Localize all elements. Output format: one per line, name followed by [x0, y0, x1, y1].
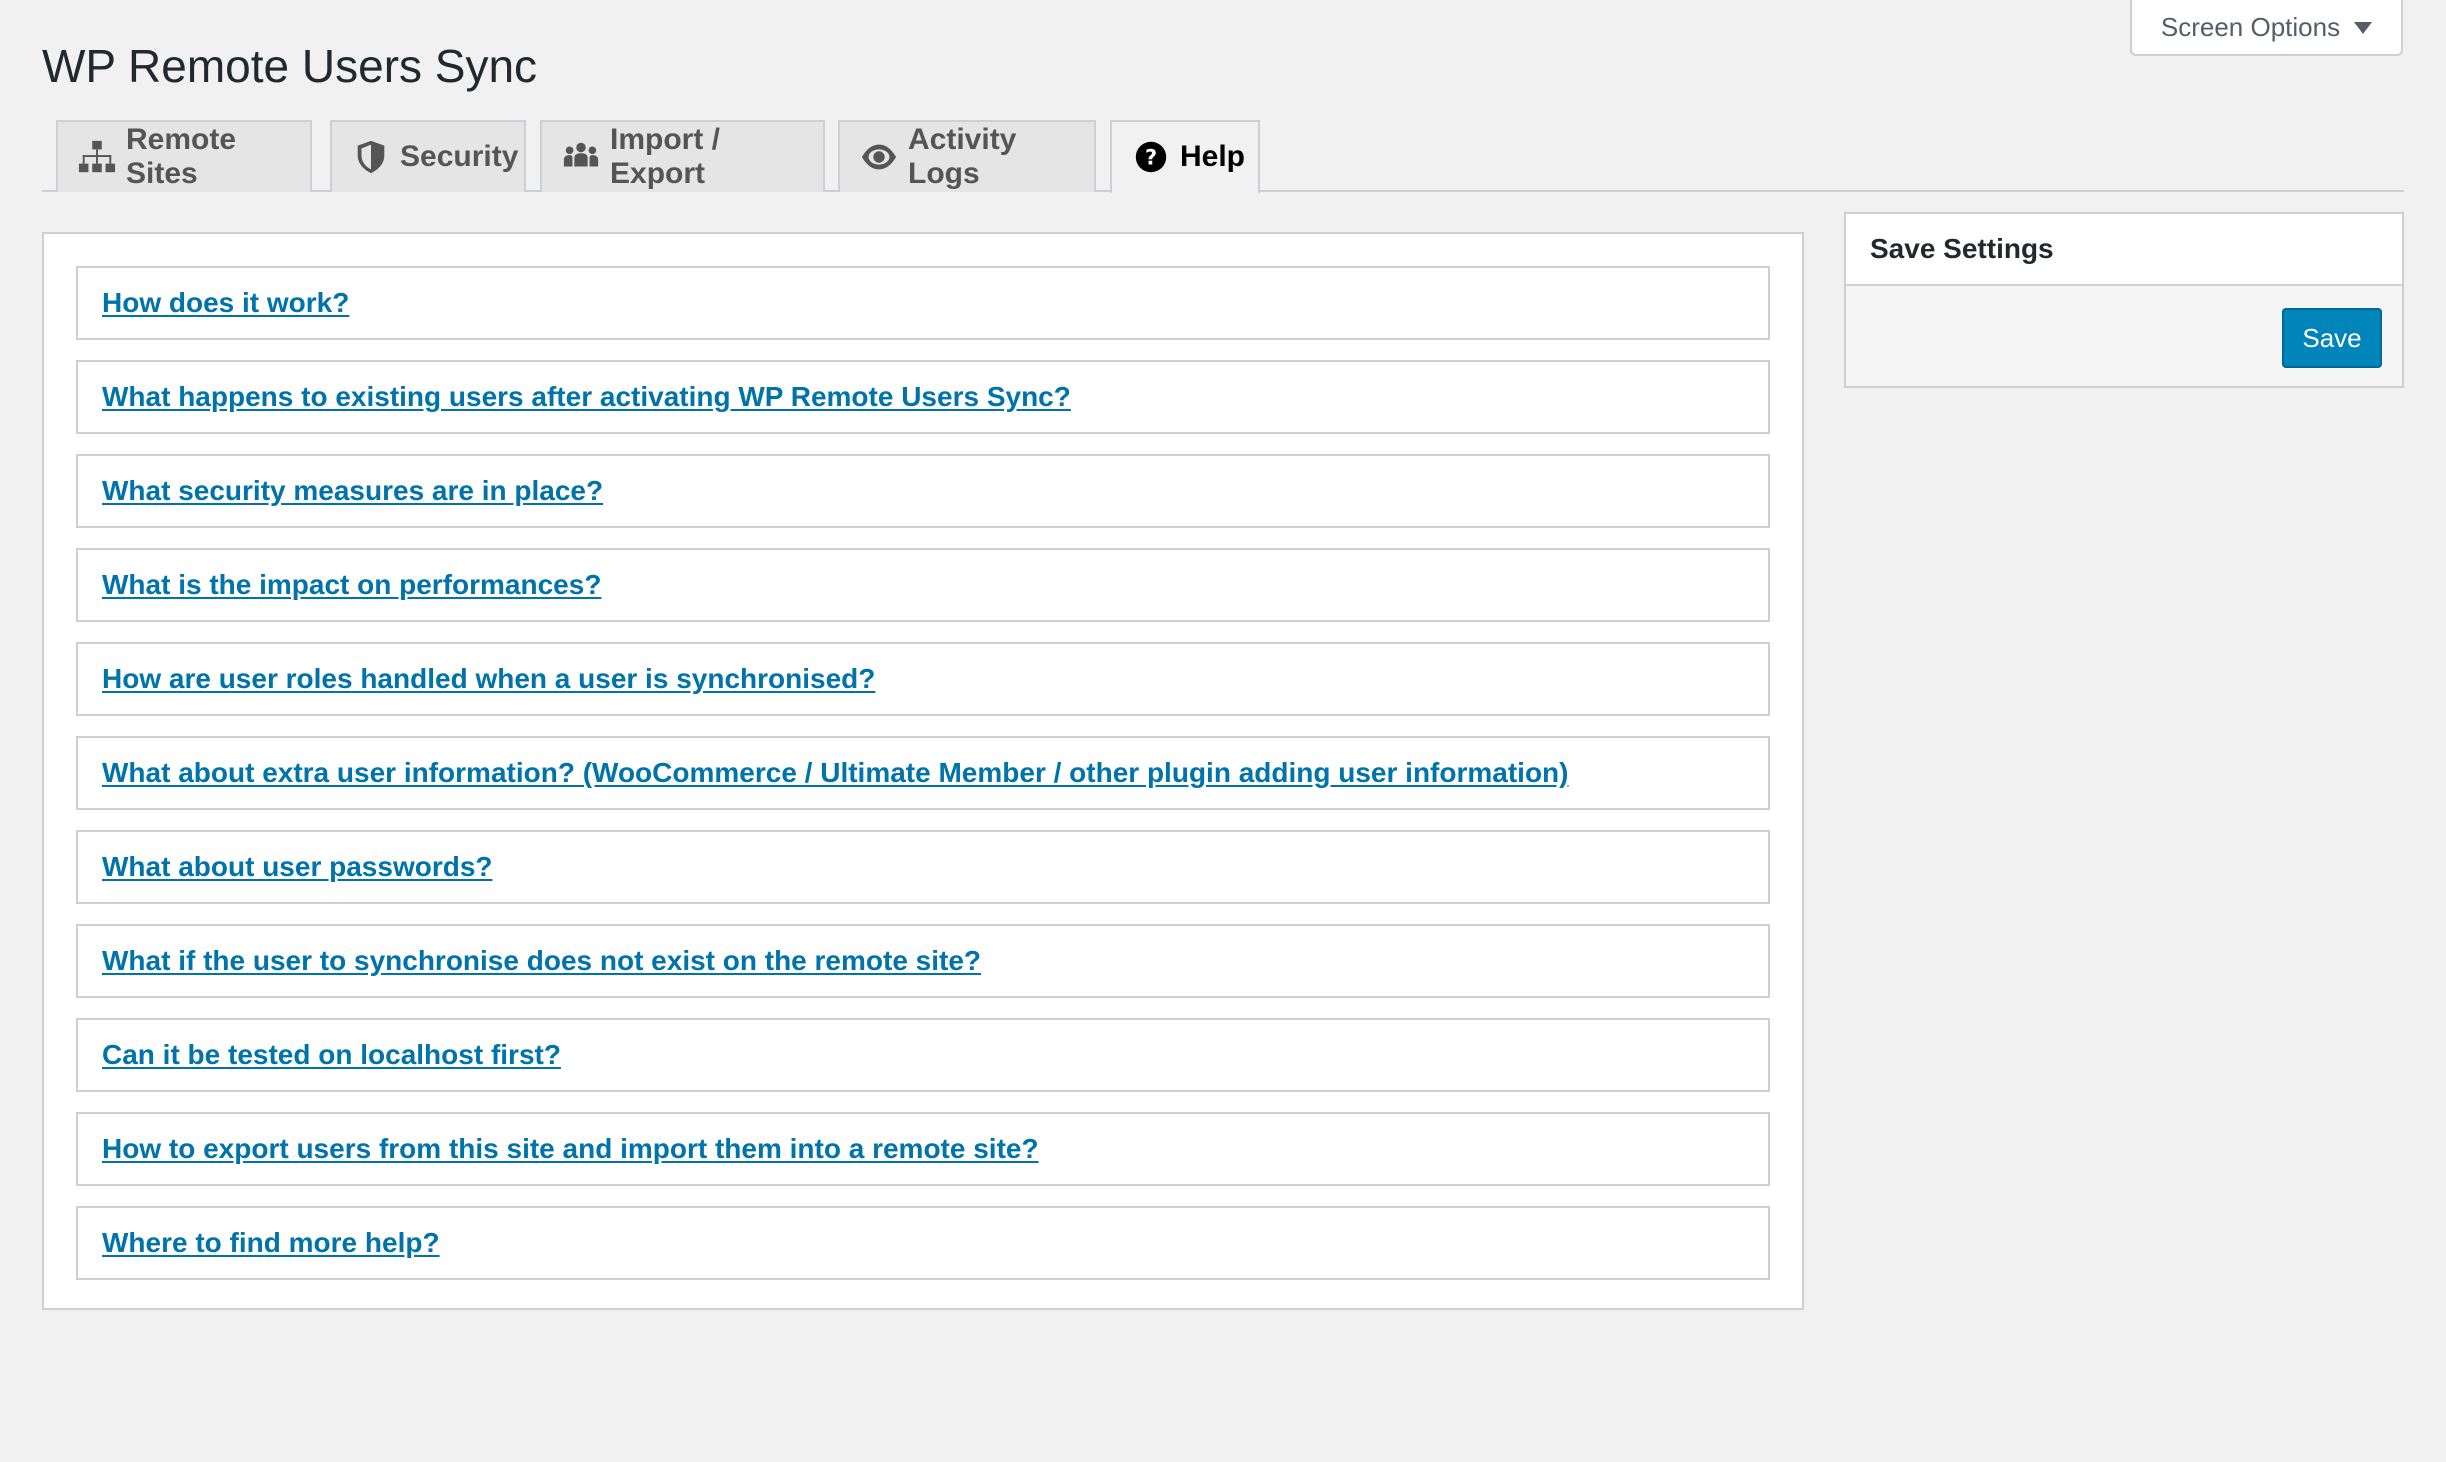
faq-item: What security measures are in place?	[76, 454, 1770, 528]
tab-label: Security	[400, 140, 519, 173]
save-settings-title: Save Settings	[1846, 214, 2402, 286]
faq-link-performance[interactable]: What is the impact on performances?	[102, 569, 601, 601]
caret-down-icon	[2354, 22, 2373, 34]
tab-bar: Remote Sites Security Import / Export Ac…	[42, 120, 2404, 194]
users-group-icon	[563, 142, 599, 167]
page-title: WP Remote Users Sync	[42, 40, 538, 92]
faq-link-existing-users[interactable]: What happens to existing users after act…	[102, 381, 1071, 413]
tab-label: Help	[1180, 140, 1246, 173]
tab-remote-sites[interactable]: Remote Sites	[56, 120, 312, 192]
faq-item: What happens to existing users after act…	[76, 360, 1770, 434]
faq-item: What if the user to synchronise does not…	[76, 924, 1770, 998]
svg-text:?: ?	[1145, 146, 1157, 170]
tab-label: Import / Export	[610, 123, 720, 190]
faq-item: How are user roles handled when a user i…	[76, 642, 1770, 716]
eye-icon	[861, 144, 897, 170]
tab-label: Activity Logs	[908, 123, 1017, 190]
screen-options-toggle[interactable]: Screen Options	[2130, 0, 2403, 56]
faq-link-how-it-works[interactable]: How does it work?	[102, 287, 349, 319]
tab-label: Remote Sites	[126, 123, 237, 190]
faq-link-localhost[interactable]: Can it be tested on localhost first?	[102, 1039, 561, 1071]
tab-activity-logs[interactable]: Activity Logs	[838, 120, 1096, 192]
faq-item: What about user passwords?	[76, 830, 1770, 904]
faq-link-more-help[interactable]: Where to find more help?	[102, 1227, 440, 1259]
shield-icon	[357, 140, 385, 174]
faq-item: What is the impact on performances?	[76, 548, 1770, 622]
save-button[interactable]: Save	[2282, 308, 2382, 368]
faq-link-missing-user[interactable]: What if the user to synchronise does not…	[102, 945, 981, 977]
save-settings-box: Save Settings Save	[1844, 212, 2404, 388]
screen-options-label: Screen Options	[2160, 11, 2341, 42]
faq-item: What about extra user information? (WooC…	[76, 736, 1770, 810]
sitemap-icon	[78, 140, 116, 173]
faq-link-passwords[interactable]: What about user passwords?	[102, 851, 493, 883]
faq-link-user-roles[interactable]: How are user roles handled when a user i…	[102, 663, 875, 695]
tab-security[interactable]: Security	[330, 120, 526, 192]
tab-help[interactable]: ? Help	[1110, 120, 1260, 194]
help-panel: How does it work? What happens to existi…	[42, 232, 1804, 1310]
question-circle-icon: ?	[1135, 141, 1167, 173]
faq-item: How does it work?	[76, 266, 1770, 340]
faq-link-export-import[interactable]: How to export users from this site and i…	[102, 1133, 1039, 1165]
faq-link-security-measures[interactable]: What security measures are in place?	[102, 475, 603, 507]
tab-import-export[interactable]: Import / Export	[540, 120, 825, 192]
faq-item: Where to find more help?	[76, 1206, 1770, 1280]
faq-item: Can it be tested on localhost first?	[76, 1018, 1770, 1092]
faq-list: How does it work? What happens to existi…	[76, 266, 1770, 1300]
faq-item: How to export users from this site and i…	[76, 1112, 1770, 1186]
faq-link-extra-info[interactable]: What about extra user information? (WooC…	[102, 757, 1569, 789]
